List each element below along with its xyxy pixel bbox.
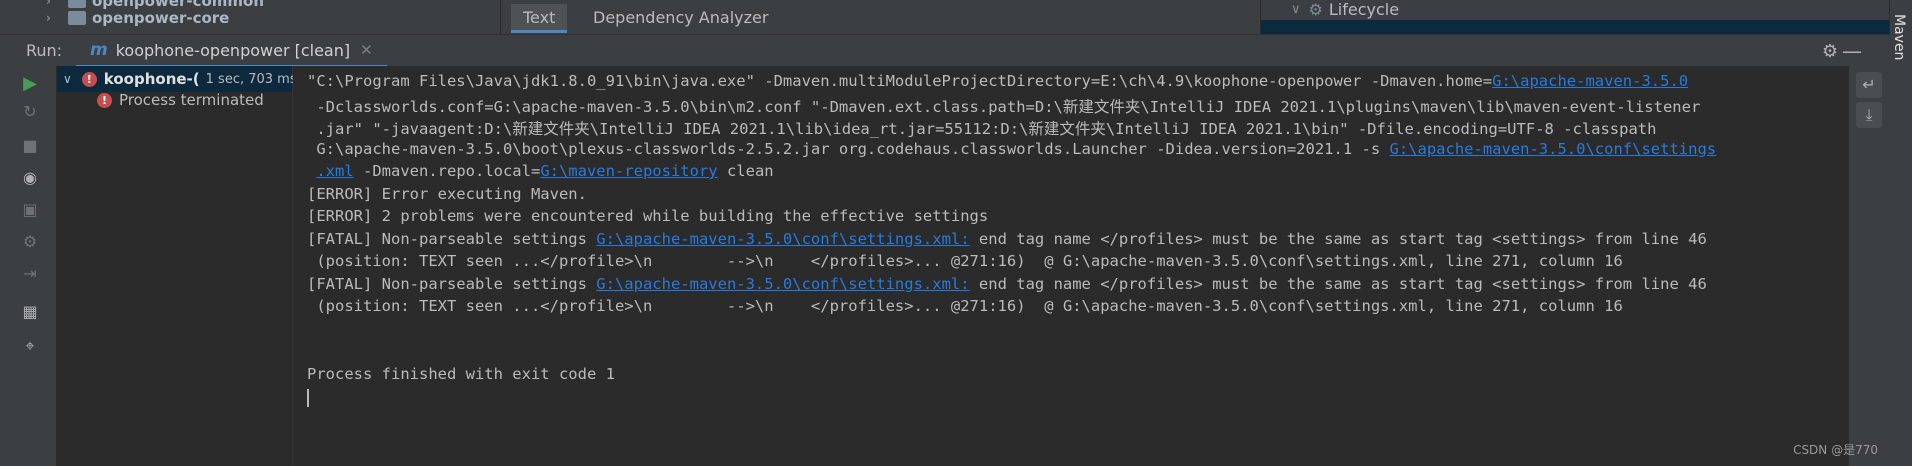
console-text: -Dmaven.repo.local=	[353, 162, 541, 180]
console-text: end tag name </profiles> must be the sam…	[969, 274, 1707, 293]
editor-tab-bar: Text Dependency Analyzer	[500, 0, 1261, 34]
project-item[interactable]: › openpower-core	[46, 7, 229, 29]
maven-panel: ∨ ⚙ Lifecycle	[1260, 0, 1891, 34]
maven-stripe-label[interactable]: Maven	[1891, 14, 1907, 60]
maven-tool-window-stripe[interactable]: Maven	[1889, 0, 1912, 466]
console-text: end tag name </profiles> must be the sam…	[969, 229, 1707, 248]
console-line: [FATAL] Non-parseable settings G:\apache…	[307, 275, 1707, 293]
error-icon: !	[97, 92, 112, 108]
console-line: .jar" "-javaagent:D:\新建文件夹\IntelliJ IDEA…	[307, 117, 1656, 139]
chevron-right-icon[interactable]: ›	[46, 11, 60, 25]
chevron-down-icon[interactable]: ∨	[63, 72, 72, 86]
console-path-link[interactable]: G:\apache-maven-3.5.0\conf\settings.xml:	[596, 275, 969, 293]
console-side-toolbar: ↵ ⤓	[1848, 66, 1891, 466]
maven-selected-row[interactable]	[1261, 20, 1891, 34]
console-output[interactable]: "C:\Program Files\Java\jdk1.8.0_91\bin\j…	[293, 66, 1848, 466]
close-icon[interactable]: ✕	[360, 41, 373, 59]
run-label: Run:	[26, 41, 63, 60]
camera-icon[interactable]: ▣	[20, 200, 40, 220]
console-line: "C:\Program Files\Java\jdk1.8.0_91\bin\j…	[307, 72, 1688, 90]
console-line: G:\apache-maven-3.5.0\boot\plexus-classw…	[307, 140, 1716, 158]
run-tree: ∨ ! koophone-( 1 sec, 703 ms ! Process t…	[57, 66, 297, 466]
run-toolbar: Run: m koophone-openpower [clean] ✕ ⚙ —	[0, 34, 1890, 68]
console-path-link[interactable]: G:\apache-maven-3.5.0	[1492, 72, 1688, 90]
console-line: -Dclassworlds.conf=G:\apache-maven-3.5.0…	[307, 95, 1700, 117]
lifecycle-gear-icon: ⚙	[1308, 0, 1323, 19]
console-text: [ERROR] Error executing Maven.	[307, 184, 587, 203]
run-tree-root[interactable]: ∨ ! koophone-( 1 sec, 703 ms	[63, 70, 297, 88]
run-tree-root-label: koophone-(	[103, 70, 200, 88]
console-text: [FATAL] Non-parseable settings	[307, 229, 597, 248]
console-path-link[interactable]: G:\apache-maven-3.5.0\conf\settings.xml:	[596, 230, 969, 248]
console-text: Process finished with exit code 1	[307, 364, 615, 383]
console-line: [ERROR] Error executing Maven.	[307, 185, 587, 203]
watermark: CSDN @是770	[1793, 443, 1878, 457]
hide-icon[interactable]: —	[1842, 39, 1862, 63]
project-tree: › openpower-common › openpower-core	[0, 0, 500, 34]
lifecycle-label: Lifecycle	[1328, 0, 1400, 19]
tab-dependency-analyzer-label: Dependency Analyzer	[593, 7, 769, 27]
console-path-link[interactable]: G:\maven-repository	[540, 162, 717, 180]
console-line: (position: TEXT seen ...</profile>\n -->…	[307, 252, 1623, 270]
module-folder-icon	[68, 11, 86, 25]
console-line: (position: TEXT seen ...</profile>\n -->…	[307, 297, 1623, 315]
error-icon: !	[81, 71, 97, 87]
gear-icon[interactable]: ⚙	[1822, 41, 1838, 62]
console-text: [ERROR] 2 problems were encountered whil…	[307, 207, 989, 225]
console-line: [FATAL] Non-parseable settings G:\apache…	[307, 230, 1707, 248]
layout-icon[interactable]: ▦	[20, 302, 40, 322]
console-path-link[interactable]: .xml	[316, 162, 353, 180]
pin-icon[interactable]: ⌖	[20, 336, 40, 356]
console-path-link[interactable]: G:\apache-maven-3.5.0\conf\settings	[1390, 140, 1717, 158]
rerun-icon[interactable]: ▶	[20, 74, 40, 94]
export-icon[interactable]: ⇥	[20, 264, 40, 284]
text-caret	[307, 389, 309, 407]
console-text: .jar" "-javaagent:D:\新建文件夹\IntelliJ IDEA…	[307, 120, 1657, 138]
console-text: (position: TEXT seen ...</profile>\n -->…	[307, 297, 1623, 315]
console-line: Process finished with exit code 1	[307, 365, 615, 383]
lifecycle-node[interactable]: ∨ ⚙ Lifecycle	[1291, 0, 1400, 19]
stop-icon[interactable]: ■	[20, 136, 40, 156]
run-duration: 1 sec, 703 ms	[205, 71, 297, 87]
run-tree-child[interactable]: ! Process terminated	[97, 91, 264, 109]
console-text: -Dclassworlds.conf=G:\apache-maven-3.5.0…	[307, 97, 1701, 116]
tab-text-label: Text	[523, 7, 556, 27]
tab-text[interactable]: Text	[511, 4, 568, 33]
tab-dependency-analyzer[interactable]: Dependency Analyzer	[581, 4, 780, 30]
soft-wrap-icon[interactable]: ↵	[1856, 72, 1882, 98]
debug-settings-icon[interactable]: ⚙	[20, 232, 40, 252]
console-line: .xml -Dmaven.repo.local=G:\maven-reposit…	[307, 162, 774, 180]
console-line: [ERROR] 2 problems were encountered whil…	[307, 207, 988, 225]
console-text: "C:\Program Files\Java\jdk1.8.0_91\bin\j…	[307, 72, 1493, 90]
run-side-toolbar: ▶ ↻ ■ ◉ ▣ ⚙ ⇥ ▦ ⌖	[0, 66, 57, 466]
console-text: (position: TEXT seen ...</profile>\n -->…	[307, 252, 1623, 270]
eye-icon[interactable]: ◉	[20, 168, 40, 188]
project-item-label: openpower-core	[92, 9, 230, 27]
console-text: clean	[717, 162, 774, 180]
scroll-to-end-icon[interactable]: ⤓	[1856, 102, 1882, 128]
chevron-down-icon[interactable]: ∨	[1291, 2, 1301, 17]
run-config-tab-label: koophone-openpower [clean]	[115, 40, 351, 60]
run-config-tab[interactable]: m koophone-openpower [clean] ✕	[76, 35, 387, 68]
console-text: [FATAL] Non-parseable settings	[307, 274, 597, 293]
run-tree-child-label: Process terminated	[119, 91, 264, 109]
rerun-failed-icon[interactable]: ↻	[20, 102, 40, 122]
console-text: G:\apache-maven-3.5.0\boot\plexus-classw…	[307, 139, 1390, 158]
maven-icon: m	[90, 40, 108, 60]
